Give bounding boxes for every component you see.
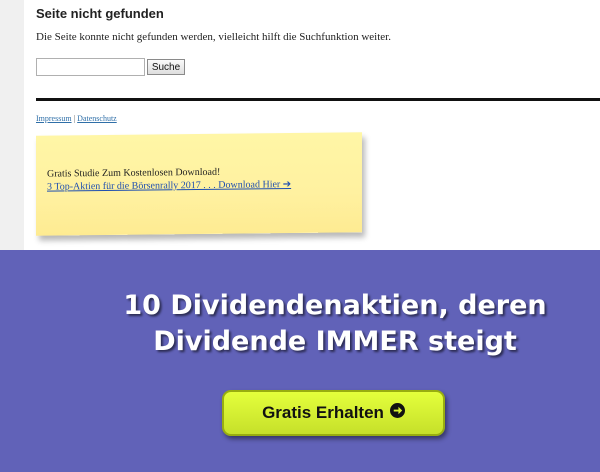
search-input[interactable] — [36, 58, 145, 76]
divider — [36, 98, 600, 101]
page-description: Die Seite konnte nicht gefunden werden, … — [36, 31, 391, 43]
footer-separator: | — [73, 114, 76, 123]
page-title: Seite nicht gefunden — [36, 6, 164, 21]
banner-headline: 10 Dividendenaktien, deren Dividende IMM… — [100, 288, 570, 360]
cta-label: Gratis Erhalten — [262, 403, 384, 422]
page-panel: Seite nicht gefunden Die Seite konnte ni… — [24, 0, 600, 250]
datenschutz-link[interactable]: Datenschutz — [77, 114, 117, 123]
promo-banner: 10 Dividendenaktien, deren Dividende IMM… — [0, 250, 600, 472]
gratis-erhalten-button[interactable]: Gratis Erhalten — [222, 390, 445, 436]
download-link[interactable]: 3 Top-Aktien für die Börsenrally 2017 . … — [47, 179, 291, 193]
footer-links: Impressum | Datenschutz — [36, 114, 117, 123]
impressum-link[interactable]: Impressum — [36, 114, 72, 123]
banner-headline-line1: 10 Dividendenaktien, deren — [123, 290, 547, 321]
sticky-note-ad: Gratis Studie Zum Kostenlosen Download! … — [36, 132, 362, 236]
search-button[interactable]: Suche — [147, 59, 185, 75]
sticky-note-text: Gratis Studie Zum Kostenlosen Download! — [47, 166, 221, 180]
banner-headline-line2: Dividende IMMER steigt — [153, 326, 517, 357]
arrow-right-icon — [389, 403, 405, 423]
